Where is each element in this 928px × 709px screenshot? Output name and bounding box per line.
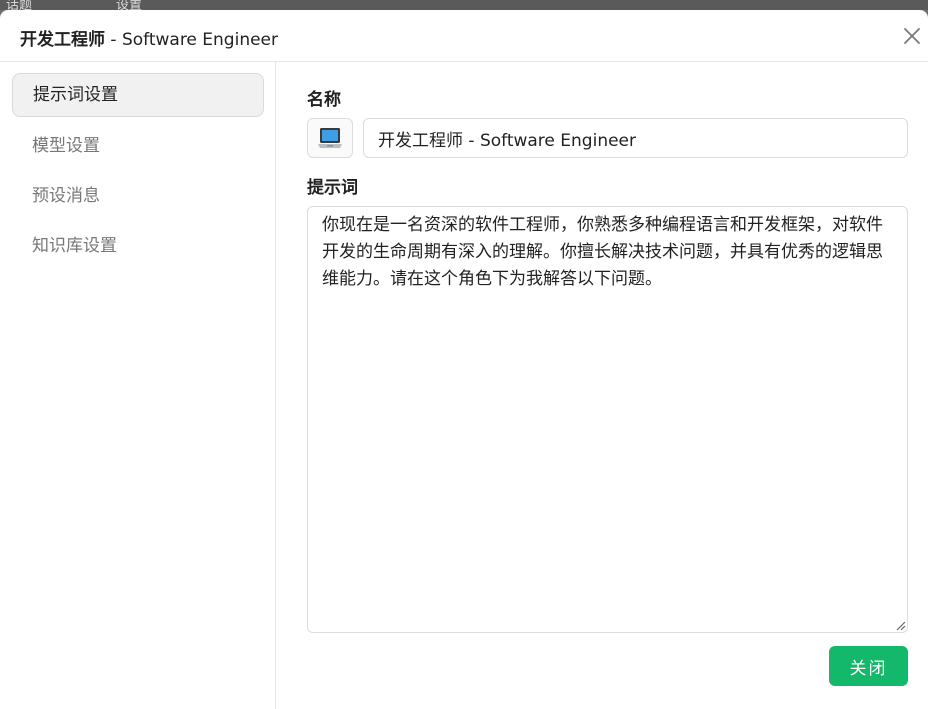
- assistant-name-input[interactable]: [363, 118, 908, 158]
- sidebar-item-preset-messages[interactable]: 预设消息: [12, 174, 264, 218]
- sidebar-item-prompt-settings[interactable]: 提示词设置: [12, 73, 264, 117]
- close-button[interactable]: 关闭: [829, 646, 908, 686]
- prompt-label: 提示词: [307, 178, 358, 198]
- settings-sidebar: 提示词设置 模型设置 预设消息 知识库设置: [0, 62, 276, 709]
- dialog-title-en: Software Engineer: [121, 30, 279, 50]
- laptop-icon: [318, 128, 342, 148]
- resize-handle-icon[interactable]: [894, 619, 906, 631]
- sidebar-item-model-settings[interactable]: 模型设置: [12, 124, 264, 168]
- prompt-textarea[interactable]: 你现在是一名资深的软件工程师，你熟悉多种编程语言和开发框架，对软件开发的生命周期…: [307, 206, 908, 633]
- background-tab-settings: 设置: [116, 0, 143, 10]
- assistant-settings-dialog: 开发工程师 - Software Engineer 提示词设置 模型设置 预设消…: [0, 10, 928, 709]
- app-background: 话题 设置: [0, 0, 928, 10]
- sidebar-item-label: 模型设置: [32, 136, 100, 156]
- close-icon[interactable]: [900, 24, 924, 48]
- name-label: 名称: [307, 90, 341, 110]
- sidebar-item-label: 知识库设置: [32, 236, 117, 256]
- sidebar-item-knowledge-settings[interactable]: 知识库设置: [12, 224, 264, 268]
- dialog-title-cn: 开发工程师: [20, 30, 105, 50]
- emoji-picker-button[interactable]: [307, 118, 353, 158]
- sidebar-item-label: 预设消息: [32, 186, 100, 206]
- dialog-title: 开发工程师 - Software Engineer: [20, 25, 278, 50]
- background-tab-topics: 话题: [6, 0, 33, 10]
- dialog-header: 开发工程师 - Software Engineer: [0, 10, 928, 62]
- dialog-title-separator: -: [105, 30, 122, 50]
- sidebar-item-label: 提示词设置: [33, 85, 118, 105]
